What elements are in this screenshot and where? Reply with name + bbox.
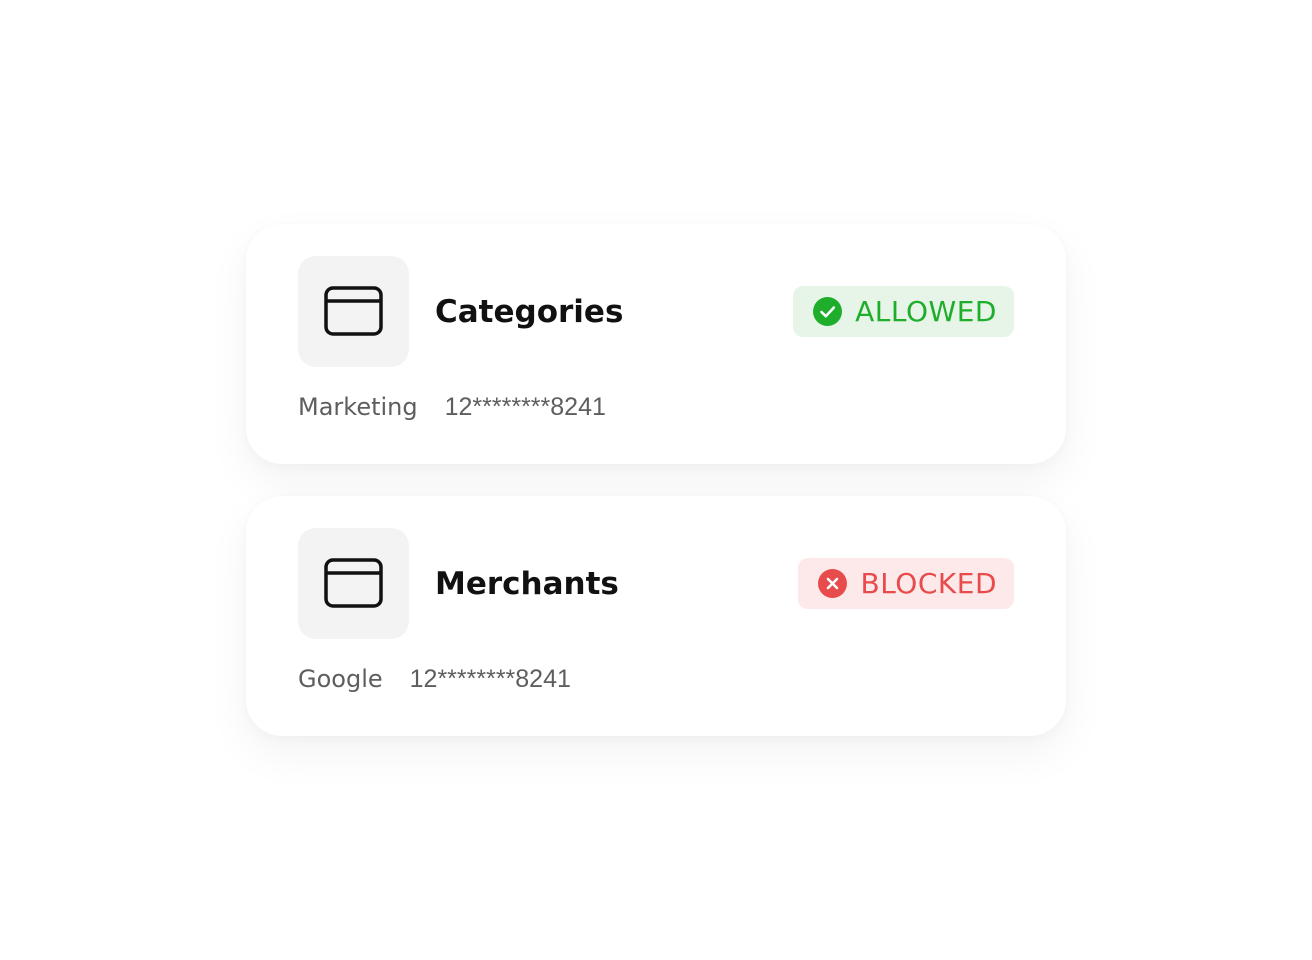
card-title: Merchants [435, 566, 619, 602]
masked-account-number: 12********8241 [444, 393, 606, 421]
x-circle-icon [818, 569, 848, 598]
icon-tile [298, 256, 409, 367]
rule-card-categories[interactable]: Categories ALLOWED Marketing 12********8… [246, 224, 1066, 464]
card-meta: Marketing 12********8241 [298, 390, 606, 424]
meta-label: Google [298, 665, 383, 693]
browser-window-icon [324, 286, 383, 336]
status-label: BLOCKED [860, 567, 997, 600]
check-circle-icon [813, 297, 843, 326]
rule-card-merchants[interactable]: Merchants BLOCKED Google 12********8241 [246, 496, 1066, 736]
card-meta: Google 12********8241 [298, 662, 571, 696]
browser-window-icon [324, 558, 383, 608]
status-label: ALLOWED [855, 295, 997, 328]
icon-tile [298, 528, 409, 639]
rules-stage: Categories ALLOWED Marketing 12********8… [0, 0, 1312, 960]
card-title: Categories [435, 294, 624, 330]
status-badge-allowed: ALLOWED [793, 286, 1014, 337]
status-badge-blocked: BLOCKED [798, 558, 1014, 609]
masked-account-number: 12********8241 [409, 665, 571, 693]
meta-label: Marketing [298, 393, 418, 421]
